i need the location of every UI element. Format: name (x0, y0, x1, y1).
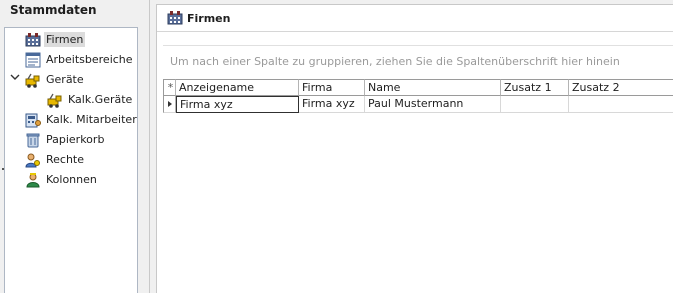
cell-zusatz-1[interactable] (501, 96, 569, 113)
cell-name[interactable]: Paul Mustermann (365, 96, 501, 113)
table-row[interactable]: Firma xyz Firma xyz Paul Mustermann (163, 96, 673, 113)
tree-item-label: Kalk.Geräte (68, 93, 133, 106)
workarea-icon (25, 52, 41, 67)
tree-item-label: Firmen (44, 32, 86, 47)
column-header-zusatz-2[interactable]: Zusatz 2 (569, 79, 673, 96)
group-by-panel[interactable]: Um nach einer Spalte zu gruppieren, zieh… (163, 45, 673, 77)
tree-item-kolonnen[interactable]: Kolonnen (25, 170, 99, 189)
current-row-icon (168, 101, 172, 107)
stammdaten-tree[interactable]: Firmen Arbeitsbereiche Geräte Kalk.Gerät… (4, 27, 138, 293)
tree-item-kalk-geraete[interactable]: Kalk.Geräte (47, 90, 134, 109)
device-icon (25, 73, 40, 88)
column-header-name[interactable]: Name (365, 79, 501, 96)
tree-item-firmen[interactable]: Firmen (25, 30, 86, 49)
row-indicator[interactable] (163, 96, 176, 113)
tree-item-label: Geräte (46, 73, 84, 86)
tree-item-arbeitsbereiche[interactable]: Arbeitsbereiche (25, 50, 135, 69)
tree-item-label: Kolonnen (46, 173, 97, 186)
device-icon (47, 93, 62, 108)
tree-item-rechte[interactable]: Rechte (25, 150, 86, 169)
calc-employee-icon (25, 113, 41, 127)
grid-header-row: * Anzeigename Firma Name Zusatz 1 Zusatz… (163, 79, 673, 96)
column-header-anzeigename[interactable]: Anzeigename (176, 79, 299, 96)
page-title: Firmen (187, 11, 231, 25)
column-header-zusatz-1[interactable]: Zusatz 1 (501, 79, 569, 96)
tree-item-label: Papierkorb (46, 133, 105, 146)
rights-icon (25, 153, 40, 167)
firmen-grid[interactable]: * Anzeigename Firma Name Zusatz 1 Zusatz… (163, 79, 673, 113)
trash-icon (26, 133, 40, 147)
tree-item-papierkorb[interactable]: Papierkorb (25, 130, 106, 149)
cell-zusatz-2[interactable] (569, 96, 673, 113)
new-row-marker[interactable]: * (163, 79, 176, 96)
cell-firma[interactable]: Firma xyz (299, 96, 365, 113)
column-header-firma[interactable]: Firma (299, 79, 365, 96)
group-hint: Um nach einer Spalte zu gruppieren, zieh… (170, 55, 620, 68)
tree-item-label: Arbeitsbereiche (46, 53, 133, 66)
chevron-down-icon[interactable] (10, 72, 20, 82)
panel-header: Firmen (157, 5, 673, 32)
tree-item-label: Rechte (46, 153, 85, 166)
company-icon (167, 11, 183, 25)
tree-item-label: Kalk. Mitarbeiter (46, 113, 137, 126)
firmen-panel: Firmen Um nach einer Spalte zu gruppiere… (156, 4, 673, 293)
panel-divider (149, 0, 150, 293)
tree-item-kalk-mitarbeiter[interactable]: Kalk. Mitarbeiter (25, 110, 139, 129)
cell-anzeigename[interactable]: Firma xyz (176, 96, 299, 113)
crew-icon (26, 172, 40, 187)
stammdaten-title: Stammdaten (10, 3, 97, 17)
company-icon (25, 32, 41, 46)
tree-item-geraete[interactable]: Geräte (25, 70, 86, 89)
